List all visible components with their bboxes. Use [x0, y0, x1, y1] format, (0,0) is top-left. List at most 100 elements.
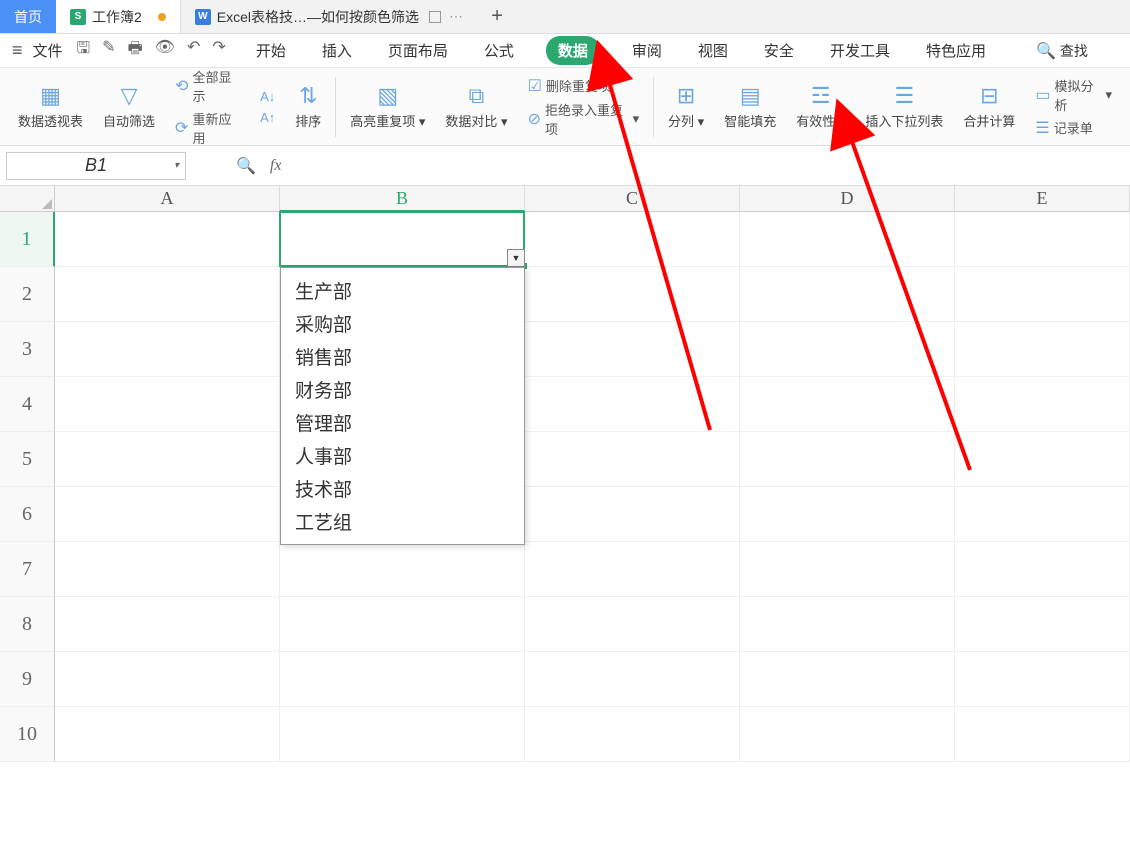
formula-input[interactable] [289, 152, 1124, 180]
menu-page-layout[interactable]: 页面布局 [384, 36, 452, 65]
save-icon[interactable]: 🖫 [77, 37, 91, 64]
cell[interactable] [55, 652, 280, 707]
ribbon-remove-dup[interactable]: ☑删除重复项 [528, 76, 611, 96]
cell-dropdown-button[interactable]: ▼ [507, 249, 525, 267]
ribbon-compare[interactable]: ⧉ 数据对比 ▾ [435, 68, 517, 145]
ribbon-highlight-dup[interactable]: ▧ 高亮重复项 ▾ [340, 68, 435, 145]
sort-desc-icon[interactable]: A↑ [260, 110, 275, 125]
menu-security[interactable]: 安全 [760, 36, 798, 65]
column-header-D[interactable]: D [740, 186, 955, 212]
ribbon-validity[interactable]: ☲ 有效性 ▾ [786, 68, 855, 145]
cell[interactable] [740, 707, 955, 762]
name-box[interactable]: B1 ▾ [6, 152, 186, 180]
cell[interactable] [280, 652, 525, 707]
column-header-A[interactable]: A [55, 186, 280, 212]
cell[interactable] [55, 487, 280, 542]
cell[interactable] [525, 212, 740, 267]
sort-asc-icon[interactable]: A↓ [260, 89, 275, 104]
fx-search-icon[interactable]: 🔍 [236, 156, 256, 176]
cell[interactable] [525, 267, 740, 322]
cell[interactable] [525, 322, 740, 377]
cell[interactable] [280, 212, 525, 267]
ribbon-insert-dropdown[interactable]: ☰ 插入下拉列表 [855, 68, 953, 145]
cell[interactable] [740, 542, 955, 597]
cell[interactable] [525, 542, 740, 597]
cell[interactable] [525, 377, 740, 432]
redo-icon[interactable]: ↷ [212, 37, 225, 64]
cell[interactable] [955, 267, 1130, 322]
new-tab-button[interactable]: + [477, 0, 517, 33]
tab-restore-icon[interactable] [429, 11, 441, 23]
ribbon-pivot[interactable]: ▦ 数据透视表 [8, 68, 93, 145]
menu-insert[interactable]: 插入 [318, 36, 356, 65]
column-header-E[interactable]: E [955, 186, 1130, 212]
cell[interactable] [280, 597, 525, 652]
cell[interactable] [525, 487, 740, 542]
tab-workbook2[interactable]: S 工作簿2 [56, 0, 180, 33]
menu-developer[interactable]: 开发工具 [826, 36, 894, 65]
cell[interactable] [55, 432, 280, 487]
row-header-7[interactable]: 7 [0, 542, 55, 597]
row-header-3[interactable]: 3 [0, 322, 55, 377]
cell[interactable] [740, 432, 955, 487]
file-menu[interactable]: 文件 [33, 40, 63, 61]
menu-view[interactable]: 视图 [694, 36, 732, 65]
cell[interactable] [955, 432, 1130, 487]
ribbon-whatif[interactable]: ▭模拟分析 ▾ [1035, 76, 1112, 114]
row-header-5[interactable]: 5 [0, 432, 55, 487]
dropdown-item[interactable]: 采购部 [281, 307, 524, 340]
cell[interactable] [55, 597, 280, 652]
column-header-C[interactable]: C [525, 186, 740, 212]
cell[interactable] [740, 267, 955, 322]
ribbon-record[interactable]: ☰记录单 [1035, 118, 1092, 138]
menu-formulas[interactable]: 公式 [480, 36, 518, 65]
tab-excel-tips[interactable]: W Excel表格技…—如何按颜色筛选 ⋯ [180, 0, 477, 33]
row-header-9[interactable]: 9 [0, 652, 55, 707]
dropdown-item[interactable]: 管理部 [281, 406, 524, 439]
ribbon-autofilter[interactable]: ▽ 自动筛选 [93, 68, 165, 145]
cell[interactable] [740, 377, 955, 432]
save-as-icon[interactable]: ✎ [102, 37, 115, 64]
row-header-2[interactable]: 2 [0, 267, 55, 322]
ribbon-reject-dup[interactable]: ⊘拒绝录入重复项 ▾ [528, 100, 640, 138]
print-icon[interactable]: 🖶 [128, 37, 143, 64]
dropdown-item[interactable]: 人事部 [281, 439, 524, 472]
cell[interactable] [955, 597, 1130, 652]
cell[interactable] [740, 322, 955, 377]
cell[interactable] [55, 377, 280, 432]
row-header-1[interactable]: 1 [0, 212, 55, 267]
ribbon-reapply[interactable]: ⟳重新应用 [175, 109, 240, 147]
undo-icon[interactable]: ↶ [187, 37, 200, 64]
ribbon-split[interactable]: ⊞ 分列 ▾ [658, 68, 714, 145]
cell[interactable] [525, 597, 740, 652]
tab-more-icon[interactable]: ⋯ [449, 8, 463, 25]
fx-function-icon[interactable]: fx [270, 157, 282, 175]
row-header-8[interactable]: 8 [0, 597, 55, 652]
cell[interactable] [955, 652, 1130, 707]
cell[interactable] [55, 707, 280, 762]
cell[interactable] [55, 542, 280, 597]
dropdown-item[interactable]: 销售部 [281, 340, 524, 373]
row-header-4[interactable]: 4 [0, 377, 55, 432]
menu-start[interactable]: 开始 [252, 36, 290, 65]
cell-dropdown-list[interactable]: 生产部采购部销售部财务部管理部人事部技术部工艺组 [280, 267, 525, 545]
cell[interactable] [740, 597, 955, 652]
cell[interactable] [740, 652, 955, 707]
ribbon-sort[interactable]: ⇅ 排序 [285, 68, 331, 145]
column-header-B[interactable]: B [280, 186, 525, 212]
cell[interactable] [525, 652, 740, 707]
cell[interactable] [525, 432, 740, 487]
dropdown-item[interactable]: 生产部 [281, 274, 524, 307]
row-header-10[interactable]: 10 [0, 707, 55, 762]
cell[interactable] [740, 487, 955, 542]
select-all-corner[interactable] [0, 186, 55, 212]
ribbon-show-all[interactable]: ⟲全部显示 [175, 67, 240, 105]
cell[interactable] [955, 487, 1130, 542]
cell[interactable] [525, 707, 740, 762]
cell[interactable] [280, 542, 525, 597]
name-box-dropdown-icon[interactable]: ▾ [174, 160, 179, 171]
row-header-6[interactable]: 6 [0, 487, 55, 542]
dropdown-item[interactable]: 技术部 [281, 472, 524, 505]
cell[interactable] [55, 212, 280, 267]
ribbon-consolidate[interactable]: ⊟ 合并计算 [953, 68, 1025, 145]
